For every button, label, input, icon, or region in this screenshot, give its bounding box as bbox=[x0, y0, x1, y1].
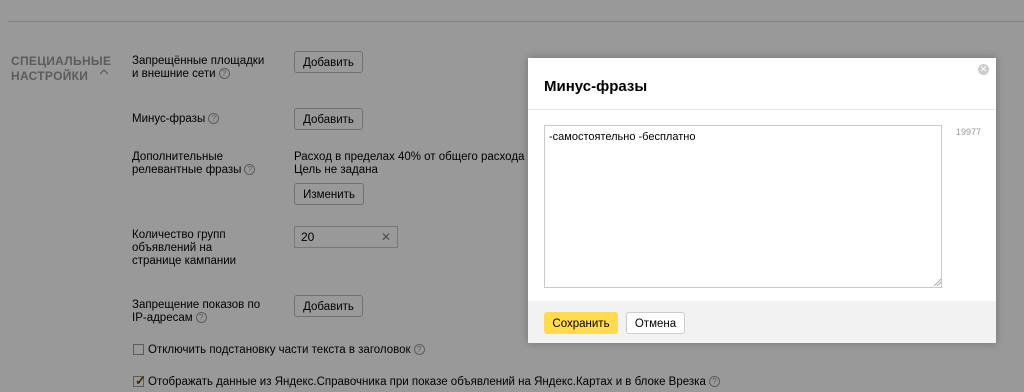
cancel-button[interactable]: Отмена bbox=[626, 312, 685, 334]
modal-footer: Сохранить Отмена bbox=[528, 301, 996, 343]
char-counter: 19977 bbox=[956, 127, 982, 137]
minus-phrases-modal: Минус-фразы ✕ -самостоятельно -бесплатно… bbox=[528, 58, 996, 343]
resize-handle-icon[interactable] bbox=[933, 278, 941, 286]
minus-phrases-textarea[interactable]: -самостоятельно -бесплатно bbox=[544, 125, 942, 288]
modal-title: Минус-фразы bbox=[544, 78, 648, 95]
divider bbox=[528, 109, 996, 110]
save-button[interactable]: Сохранить bbox=[544, 312, 618, 334]
close-icon[interactable]: ✕ bbox=[978, 64, 989, 75]
